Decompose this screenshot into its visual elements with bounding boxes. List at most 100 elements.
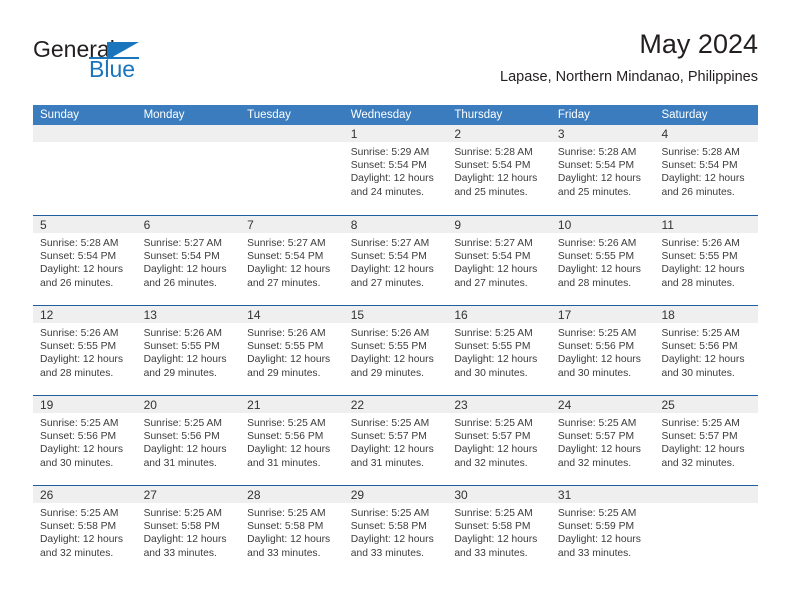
calendar-day-cell[interactable]: 7 Sunrise: 5:27 AM Sunset: 5:54 PM Daylight… bbox=[240, 216, 344, 305]
day-details: Sunrise: 5:25 AM Sunset: 5:56 PM Daylight:… bbox=[240, 413, 344, 470]
calendar-day-cell[interactable]: 23 Sunrise: 5:25 AM Sunset: 5:57 PM Dayligh… bbox=[447, 396, 551, 485]
day-number: 25 bbox=[661, 398, 675, 412]
calendar-day-cell[interactable]: 1 Sunrise: 5:29 AM Sunset: 5:54 PM Daylight… bbox=[343, 125, 448, 215]
day-number: 28 bbox=[247, 488, 261, 502]
day-number-band: 18 bbox=[654, 306, 759, 323]
calendar-day-cell[interactable]: 29 Sunrise: 5:25 AM Sunset: 5:58 PM Dayligh… bbox=[343, 486, 448, 575]
day-details: Sunrise: 5:25 AM Sunset: 5:58 PM Daylight:… bbox=[240, 503, 344, 560]
daylight-text-line1: Daylight: 12 hours bbox=[40, 444, 123, 456]
calendar-day-cell[interactable]: 15 Sunrise: 5:26 AM Sunset: 5:55 PM Dayligh… bbox=[343, 306, 448, 395]
calendar-day-cell[interactable]: 27 Sunrise: 5:25 AM Sunset: 5:58 PM Dayligh… bbox=[136, 486, 241, 575]
day-details: Sunrise: 5:27 AM Sunset: 5:54 PM Daylight:… bbox=[240, 233, 344, 290]
day-number-band: 29 bbox=[343, 486, 448, 503]
day-number-band: 26 bbox=[33, 486, 137, 503]
calendar-day-cell[interactable]: 24 Sunrise: 5:25 AM Sunset: 5:57 PM Dayligh… bbox=[550, 396, 655, 485]
daylight-text-line2: and 29 minutes. bbox=[143, 367, 217, 379]
day-number: 22 bbox=[350, 398, 365, 412]
daylight-text-line2: and 28 minutes. bbox=[40, 367, 114, 379]
sunrise-text: Sunrise: 5:25 AM bbox=[454, 328, 533, 339]
sunset-text: Sunset: 5:54 PM bbox=[40, 251, 117, 263]
daylight-text-line2: and 30 minutes. bbox=[557, 367, 632, 379]
sunrise-text: Sunrise: 5:26 AM bbox=[661, 238, 740, 249]
sunrise-text: Sunrise: 5:25 AM bbox=[454, 508, 533, 519]
calendar-day-cell[interactable]: 14 Sunrise: 5:26 AM Sunset: 5:55 PM Dayligh… bbox=[240, 306, 344, 395]
day-number-band: 20 bbox=[136, 396, 241, 413]
day-details: Sunrise: 5:25 AM Sunset: 5:57 PM Daylight:… bbox=[344, 413, 448, 470]
calendar-day-cell[interactable]: 17 Sunrise: 5:25 AM Sunset: 5:56 PM Dayligh… bbox=[550, 306, 655, 395]
calendar-day-cell[interactable]: 22 Sunrise: 5:25 AM Sunset: 5:57 PM Dayligh… bbox=[343, 396, 448, 485]
day-details: Sunrise: 5:26 AM Sunset: 5:55 PM Daylight:… bbox=[137, 323, 241, 380]
daylight-text-line1: Daylight: 12 hours bbox=[40, 354, 123, 366]
calendar-day-cell[interactable]: 21 Sunrise: 5:25 AM Sunset: 5:56 PM Dayligh… bbox=[240, 396, 344, 485]
logo-text-blue: Blue bbox=[89, 56, 136, 82]
calendar-day-cell[interactable]: 19 Sunrise: 5:25 AM Sunset: 5:56 PM Dayligh… bbox=[33, 396, 137, 485]
daylight-text-line1: Daylight: 12 hours bbox=[454, 173, 538, 185]
calendar-page: General Blue May 2024 Lapase, Northern M… bbox=[0, 0, 792, 612]
calendar-day-cell[interactable]: 26 Sunrise: 5:25 AM Sunset: 5:58 PM Dayligh… bbox=[33, 486, 137, 575]
day-number: 2 bbox=[454, 127, 461, 141]
day-number: 29 bbox=[350, 488, 365, 502]
calendar-day-cell[interactable]: 20 Sunrise: 5:25 AM Sunset: 5:56 PM Dayligh… bbox=[136, 396, 241, 485]
calendar-day-cell[interactable]: 8 Sunrise: 5:27 AM Sunset: 5:54 PM Daylight… bbox=[343, 216, 448, 305]
daylight-text-line2: and 28 minutes. bbox=[661, 277, 735, 289]
day-number-band: 12 bbox=[33, 306, 137, 323]
day-number-band bbox=[136, 125, 241, 142]
calendar-day-cell[interactable]: 10 Sunrise: 5:26 AM Sunset: 5:55 PM Dayligh… bbox=[550, 216, 655, 305]
daylight-text-line1: Daylight: 12 hours bbox=[350, 534, 434, 546]
calendar-day-cell[interactable]: 5 Sunrise: 5:28 AM Sunset: 5:54 PM Daylight… bbox=[33, 216, 137, 305]
day-number-band: 2 bbox=[447, 125, 551, 142]
sunrise-text: Sunrise: 5:27 AM bbox=[454, 238, 533, 249]
sunrise-text: Sunrise: 5:26 AM bbox=[143, 328, 222, 339]
daylight-text-line1: Daylight: 12 hours bbox=[557, 444, 641, 456]
calendar-day-cell[interactable]: 12 Sunrise: 5:26 AM Sunset: 5:55 PM Dayligh… bbox=[33, 306, 137, 395]
day-details: Sunrise: 5:28 AM Sunset: 5:54 PM Daylight:… bbox=[551, 142, 655, 199]
calendar-day-cell[interactable]: 2 Sunrise: 5:28 AM Sunset: 5:54 PM Daylight… bbox=[447, 125, 551, 215]
daylight-text-line1: Daylight: 12 hours bbox=[350, 173, 434, 185]
day-details: Sunrise: 5:25 AM Sunset: 5:58 PM Daylight:… bbox=[137, 503, 241, 560]
daylight-text-line2: and 32 minutes. bbox=[454, 457, 528, 469]
daylight-text-line1: Daylight: 12 hours bbox=[350, 264, 434, 276]
day-number: 3 bbox=[557, 127, 565, 141]
calendar-day-cell[interactable]: 28 Sunrise: 5:25 AM Sunset: 5:58 PM Dayligh… bbox=[240, 486, 344, 575]
day-number: 14 bbox=[247, 308, 261, 322]
day-details: Sunrise: 5:28 AM Sunset: 5:54 PM Daylight:… bbox=[33, 233, 137, 290]
calendar-day-cell[interactable]: 6 Sunrise: 5:27 AM Sunset: 5:54 PM Daylight… bbox=[136, 216, 241, 305]
calendar-day-cell[interactable]: 16 Sunrise: 5:25 AM Sunset: 5:55 PM Dayligh… bbox=[447, 306, 551, 395]
calendar-day-cell[interactable]: 30 Sunrise: 5:25 AM Sunset: 5:58 PM Dayligh… bbox=[447, 486, 551, 575]
daylight-text-line2: and 24 minutes. bbox=[350, 186, 425, 198]
sunrise-text: Sunrise: 5:25 AM bbox=[454, 418, 533, 429]
calendar-day-cell[interactable]: 4 Sunrise: 5:28 AM Sunset: 5:54 PM Daylight… bbox=[654, 125, 759, 215]
daylight-text-line1: Daylight: 12 hours bbox=[661, 444, 745, 456]
day-details: Sunrise: 5:26 AM Sunset: 5:55 PM Daylight:… bbox=[33, 323, 137, 380]
day-number: 17 bbox=[557, 308, 572, 322]
calendar-day-cell[interactable]: 13 Sunrise: 5:26 AM Sunset: 5:55 PM Dayligh… bbox=[136, 306, 241, 395]
day-number-band: 27 bbox=[136, 486, 241, 503]
sunset-text: Sunset: 5:55 PM bbox=[247, 341, 324, 353]
day-number-band: 16 bbox=[447, 306, 551, 323]
calendar-day-cell[interactable]: 31 Sunrise: 5:25 AM Sunset: 5:59 PM Dayligh… bbox=[550, 486, 655, 575]
calendar-day-cell[interactable]: 3 Sunrise: 5:28 AM Sunset: 5:54 PM Daylight… bbox=[550, 125, 655, 215]
day-number: 10 bbox=[557, 218, 572, 232]
day-number-band bbox=[33, 125, 137, 142]
daylight-text-line2: and 30 minutes. bbox=[40, 457, 114, 469]
weekday-header-saturday: Saturday bbox=[661, 109, 708, 121]
day-number-band: 17 bbox=[550, 306, 655, 323]
sunrise-text: Sunrise: 5:26 AM bbox=[247, 328, 326, 339]
day-number: 15 bbox=[350, 308, 365, 322]
day-details: Sunrise: 5:25 AM Sunset: 5:57 PM Daylight:… bbox=[654, 413, 758, 470]
page-title: May 2024 bbox=[639, 29, 758, 59]
daylight-text-line1: Daylight: 12 hours bbox=[350, 354, 434, 366]
sunrise-text: Sunrise: 5:25 AM bbox=[143, 418, 222, 429]
sunrise-text: Sunrise: 5:29 AM bbox=[350, 147, 430, 158]
calendar-day-cell-empty bbox=[136, 125, 241, 215]
calendar-day-cell[interactable]: 11 Sunrise: 5:26 AM Sunset: 5:55 PM Dayligh… bbox=[654, 216, 759, 305]
day-number-band: 30 bbox=[447, 486, 551, 503]
daylight-text-line2: and 26 minutes. bbox=[661, 186, 735, 198]
calendar-day-cell[interactable]: 25 Sunrise: 5:25 AM Sunset: 5:57 PM Dayligh… bbox=[654, 396, 759, 485]
day-details: Sunrise: 5:25 AM Sunset: 5:56 PM Daylight:… bbox=[137, 413, 241, 470]
sunset-text: Sunset: 5:54 PM bbox=[350, 251, 427, 263]
day-details: Sunrise: 5:25 AM Sunset: 5:56 PM Daylight:… bbox=[551, 323, 655, 380]
calendar-day-cell[interactable]: 18 Sunrise: 5:25 AM Sunset: 5:56 PM Dayligh… bbox=[654, 306, 759, 395]
calendar-day-cell[interactable]: 9 Sunrise: 5:27 AM Sunset: 5:54 PM Daylight… bbox=[447, 216, 551, 305]
day-details: Sunrise: 5:25 AM Sunset: 5:57 PM Daylight:… bbox=[447, 413, 551, 470]
